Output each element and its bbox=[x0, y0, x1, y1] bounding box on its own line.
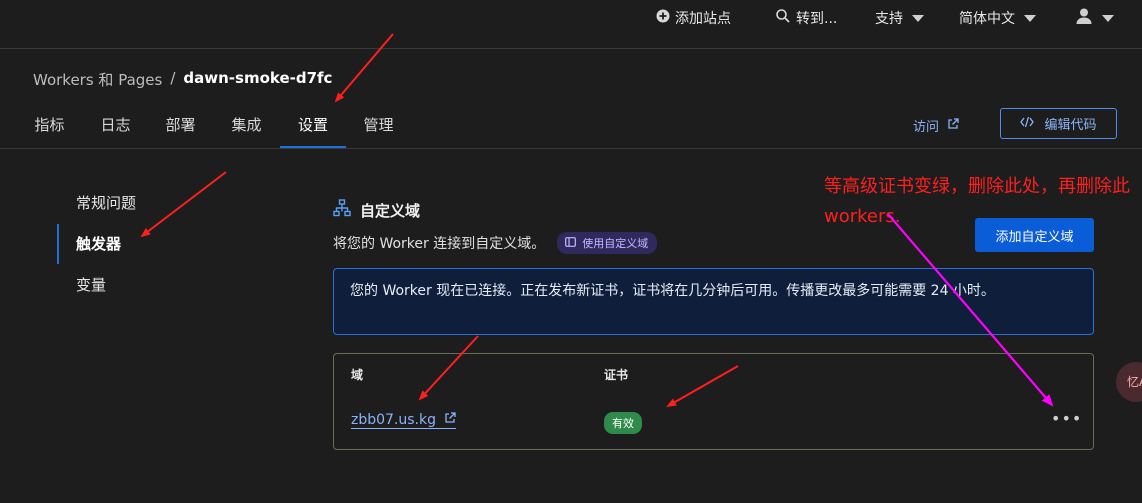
code-icon bbox=[1020, 116, 1035, 132]
add-site-button[interactable]: 添加站点 bbox=[656, 8, 731, 28]
more-horizontal-icon[interactable]: ••• bbox=[1051, 409, 1082, 428]
column-header-domain: 域 bbox=[351, 368, 364, 382]
sidebar-item-general[interactable]: 常规问题 bbox=[57, 183, 217, 223]
tab-metrics[interactable]: 指标 bbox=[33, 114, 66, 148]
section-title: 自定义域 bbox=[333, 199, 420, 221]
tab-deployments[interactable]: 部署 bbox=[164, 114, 197, 148]
support-label: 支持 bbox=[875, 11, 903, 27]
sidebar-item-variables[interactable]: 变量 bbox=[57, 265, 217, 305]
external-link-icon bbox=[947, 117, 959, 134]
tab-bar: 指标 日志 部署 集成 设置 管理 bbox=[0, 104, 1142, 149]
user-icon bbox=[1075, 7, 1093, 29]
domain-link[interactable]: zbb07.us.kg bbox=[351, 412, 456, 429]
sidebar-item-triggers[interactable]: 触发器 bbox=[57, 224, 217, 264]
column-header-certificate: 证书 bbox=[604, 368, 629, 382]
breadcrumb-separator: / bbox=[170, 69, 176, 87]
chevron-down-icon bbox=[1102, 14, 1114, 22]
support-menu[interactable]: 支持 bbox=[875, 8, 924, 28]
visit-label: 访问 bbox=[913, 120, 940, 135]
search-icon bbox=[775, 8, 791, 28]
docs-pill[interactable]: 使用自定义域 bbox=[557, 232, 658, 254]
info-banner: 您的 Worker 现在已连接。正在发布新证书，证书将在几分钟后可用。传播更改最… bbox=[333, 268, 1094, 335]
goto-button[interactable]: 转到... bbox=[775, 8, 837, 28]
edit-code-button[interactable]: 编辑代码 bbox=[1000, 108, 1117, 139]
goto-label: 转到... bbox=[796, 11, 838, 27]
chevron-down-icon bbox=[912, 14, 924, 22]
visit-link[interactable]: 访问 bbox=[913, 116, 959, 135]
sitemap-icon bbox=[333, 199, 351, 221]
floating-assistant-button[interactable]: 忆A bbox=[1116, 362, 1142, 402]
add-site-label: 添加站点 bbox=[675, 11, 731, 27]
breadcrumb-parent[interactable]: Workers 和 Pages bbox=[33, 69, 162, 90]
domains-table: 域 证书 zbb07.us.kg 有效 ••• bbox=[333, 353, 1094, 450]
section-description: 将您的 Worker 连接到自定义域。 使用自定义域 bbox=[333, 232, 658, 254]
docs-pill-label: 使用自定义域 bbox=[582, 237, 649, 250]
breadcrumb: Workers 和 Pages / dawn-smoke-d7fc bbox=[33, 69, 332, 90]
book-icon bbox=[565, 236, 577, 250]
external-link-icon bbox=[444, 412, 456, 428]
tab-manage[interactable]: 管理 bbox=[362, 114, 395, 148]
section-title-text: 自定义域 bbox=[360, 201, 421, 220]
certificate-status-badge: 有效 bbox=[604, 412, 642, 434]
tab-logs[interactable]: 日志 bbox=[99, 114, 132, 148]
plus-circle-icon bbox=[656, 9, 670, 27]
section-description-text: 将您的 Worker 连接到自定义域。 bbox=[333, 236, 546, 252]
breadcrumb-current: dawn-smoke-d7fc bbox=[183, 69, 333, 87]
tab-settings[interactable]: 设置 bbox=[280, 114, 346, 148]
user-menu[interactable] bbox=[1075, 8, 1114, 28]
chevron-down-icon bbox=[1024, 14, 1036, 22]
top-navigation-bar: 添加站点 转到... 支持 简体中文 bbox=[0, 0, 1142, 49]
language-label: 简体中文 bbox=[959, 11, 1015, 27]
annotation-note: 等高级证书变绿，删除此处，再删除此workers. bbox=[824, 176, 1130, 227]
edit-code-label: 编辑代码 bbox=[1044, 118, 1097, 133]
tab-integrations[interactable]: 集成 bbox=[230, 114, 263, 148]
language-menu[interactable]: 简体中文 bbox=[959, 8, 1036, 28]
domain-name: zbb07.us.kg bbox=[351, 412, 436, 428]
